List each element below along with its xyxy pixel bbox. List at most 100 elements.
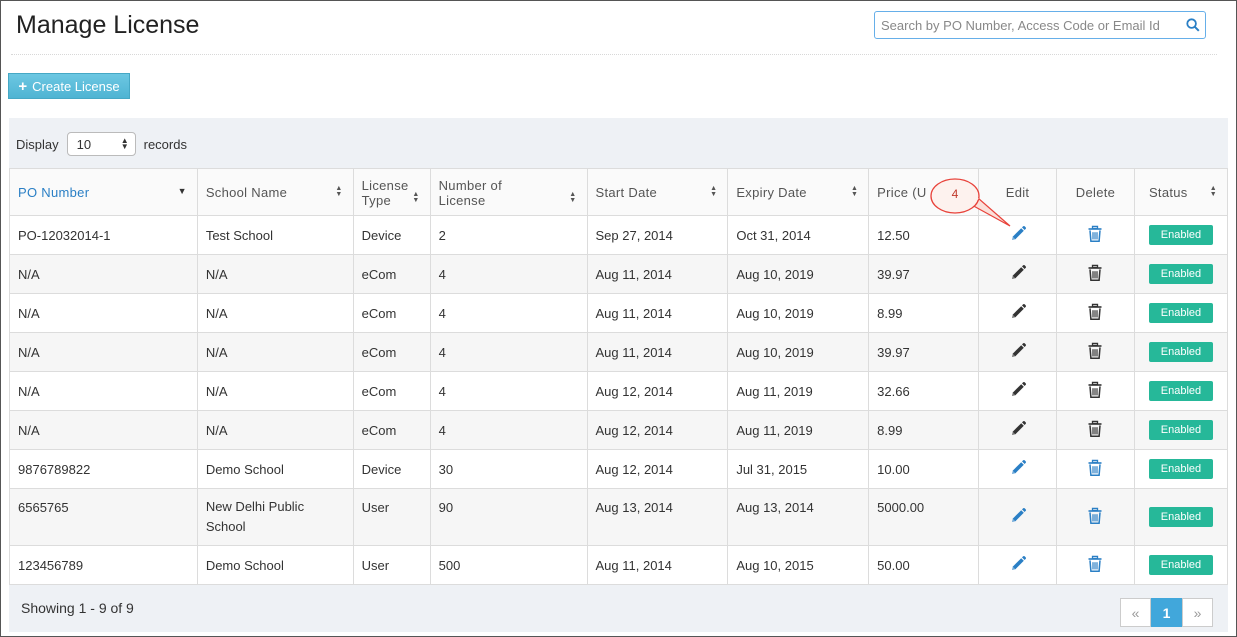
column-header-label: Start Date <box>595 184 658 200</box>
select-updown-icon: ▲ ▼ <box>120 136 129 151</box>
pencil-icon[interactable] <box>1009 420 1027 441</box>
pencil-icon[interactable] <box>1009 264 1027 285</box>
display-records-control: Display 10 ▲ ▼ records <box>16 132 187 156</box>
delete-cell <box>1056 449 1135 489</box>
pager-page-1[interactable]: 1 <box>1151 598 1182 627</box>
column-header-school-name[interactable]: School Name ▲ ▼ <box>196 168 354 216</box>
create-license-button[interactable]: + Create License <box>8 73 130 99</box>
start-date-cell: Aug 13, 2014 <box>586 488 729 546</box>
trash-icon[interactable] <box>1086 381 1104 402</box>
delete-cell <box>1056 293 1135 333</box>
trash-icon[interactable] <box>1086 507 1104 528</box>
trash-icon[interactable] <box>1086 303 1104 324</box>
table-header-row: PO Number ▼ School Name ▲ ▼ License Type ▲ ▼ Num… <box>9 168 1229 216</box>
status-badge[interactable]: Enabled <box>1148 459 1213 479</box>
number-of-license-cell: 500 <box>429 545 588 585</box>
pager-prev-button[interactable]: « <box>1120 598 1151 627</box>
column-header-number-of-license[interactable]: Number of License ▲ ▼ <box>429 168 588 216</box>
pager-next-button[interactable]: » <box>1182 598 1213 627</box>
column-header-start-date[interactable]: Start Date ▲ ▼ <box>586 168 729 216</box>
column-header-status[interactable]: Status ▲ ▼ <box>1133 168 1229 216</box>
sort-icon[interactable]: ▲ ▼ <box>1210 185 1217 198</box>
table-row: 123456789 Demo School User 500 Aug 11, 2014 A… <box>9 545 1229 585</box>
pencil-icon[interactable] <box>1009 555 1027 576</box>
license-type-cell: eCom <box>352 254 431 294</box>
sort-icon[interactable]: ▲ ▼ <box>335 185 342 198</box>
trash-icon[interactable] <box>1086 420 1104 441</box>
status-badge[interactable]: Enabled <box>1148 342 1213 362</box>
column-header-po-number[interactable]: PO Number ▼ <box>9 168 198 216</box>
table-row: 6565765 New Delhi Public School User 90 Aug … <box>9 488 1229 546</box>
start-date-cell: Aug 12, 2014 <box>586 371 729 411</box>
trash-icon[interactable] <box>1086 264 1104 285</box>
po-number-cell: N/A <box>9 410 198 450</box>
delete-cell <box>1056 488 1135 546</box>
status-cell: Enabled <box>1133 545 1229 585</box>
column-header-license-type[interactable]: License Type ▲ ▼ <box>352 168 431 216</box>
number-of-license-cell: 4 <box>429 254 588 294</box>
price-cell: 39.97 <box>868 332 980 372</box>
status-cell: Enabled <box>1133 332 1229 372</box>
sort-icon[interactable]: ▲ ▼ <box>412 191 419 204</box>
start-date-cell: Aug 11, 2014 <box>586 254 729 294</box>
pencil-icon[interactable] <box>1009 342 1027 363</box>
po-number-cell: N/A <box>9 332 198 372</box>
expiry-date-cell: Aug 10, 2019 <box>727 332 870 372</box>
price-cell: 39.97 <box>868 254 980 294</box>
trash-icon[interactable] <box>1086 225 1104 246</box>
search-icon[interactable] <box>1181 18 1205 32</box>
price-cell: 10.00 <box>868 449 980 489</box>
status-badge[interactable]: Enabled <box>1148 381 1213 401</box>
table-row: N/A N/A eCom 4 Aug 12, 2014 Aug 11, 2019 8.99 E… <box>9 410 1229 450</box>
po-number-cell: PO-12032014-1 <box>9 215 198 255</box>
records-per-page-select[interactable]: 10 ▲ ▼ <box>66 132 136 156</box>
column-header-label: License Type <box>361 178 409 208</box>
edit-cell <box>978 488 1057 546</box>
edit-cell <box>978 545 1057 585</box>
expiry-date-cell: Aug 11, 2019 <box>727 410 870 450</box>
license-type-cell: User <box>352 545 431 585</box>
sort-icon[interactable]: ▲ ▼ <box>710 185 717 198</box>
sort-icon[interactable]: ▲ ▼ <box>569 191 576 204</box>
license-type-cell: User <box>352 488 431 546</box>
license-type-cell: Device <box>352 449 431 489</box>
trash-icon[interactable] <box>1086 459 1104 480</box>
table-row: N/A N/A eCom 4 Aug 12, 2014 Aug 11, 2019 32.66… <box>9 371 1229 411</box>
status-cell: Enabled <box>1133 215 1229 255</box>
status-badge[interactable]: Enabled <box>1148 303 1213 323</box>
school-name-cell: Test School <box>196 215 354 255</box>
po-number-cell: 123456789 <box>9 545 198 585</box>
status-badge[interactable]: Enabled <box>1148 555 1213 575</box>
status-badge[interactable]: Enabled <box>1148 420 1213 440</box>
pencil-icon[interactable] <box>1009 303 1027 324</box>
expiry-date-cell: Aug 11, 2019 <box>727 371 870 411</box>
edit-cell <box>978 410 1057 450</box>
status-badge[interactable]: Enabled <box>1148 225 1213 245</box>
expiry-date-cell: Aug 10, 2019 <box>727 293 870 333</box>
number-of-license-cell: 4 <box>429 293 588 333</box>
status-badge[interactable]: Enabled <box>1148 507 1213 527</box>
column-header-expiry-date[interactable]: Expiry Date ▲ ▼ <box>727 168 870 216</box>
pencil-icon[interactable] <box>1009 507 1027 528</box>
status-cell: Enabled <box>1133 254 1229 294</box>
price-cell: 50.00 <box>868 545 980 585</box>
trash-icon[interactable] <box>1086 342 1104 363</box>
search-box[interactable] <box>874 11 1206 39</box>
status-badge[interactable]: Enabled <box>1148 264 1213 284</box>
pencil-icon[interactable] <box>1009 381 1027 402</box>
start-date-cell: Aug 12, 2014 <box>586 449 729 489</box>
pencil-icon[interactable] <box>1009 459 1027 480</box>
search-input[interactable] <box>875 12 1181 38</box>
sort-icon[interactable]: ▲ ▼ <box>851 185 858 198</box>
expiry-date-cell: Jul 31, 2015 <box>727 449 870 489</box>
column-header-delete: Delete <box>1056 168 1135 216</box>
status-cell: Enabled <box>1133 410 1229 450</box>
records-per-page-value: 10 <box>76 136 92 152</box>
display-label: Display <box>16 136 59 152</box>
school-name-cell: N/A <box>196 371 354 411</box>
column-header-label: Delete <box>1075 184 1116 200</box>
trash-icon[interactable] <box>1086 555 1104 576</box>
plus-icon: + <box>18 77 28 95</box>
number-of-license-cell: 30 <box>429 449 588 489</box>
sort-desc-icon[interactable]: ▼ <box>178 186 187 196</box>
